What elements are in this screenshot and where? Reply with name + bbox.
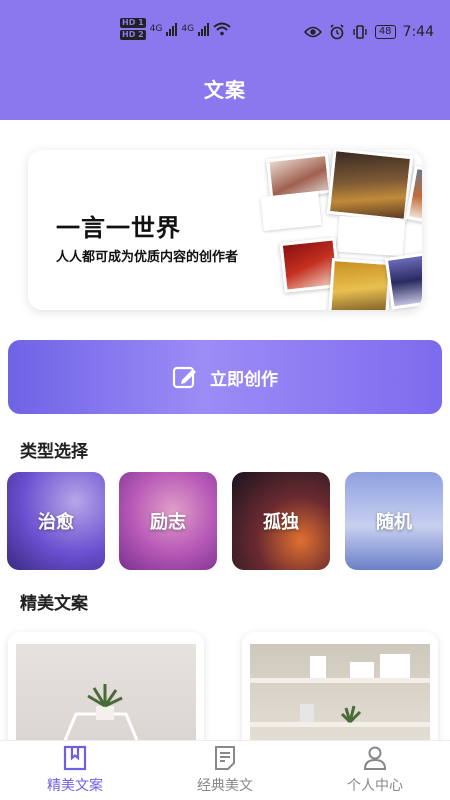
hd-badges: HD 1 HD 2 (120, 18, 146, 40)
bookmark-book-icon (63, 745, 87, 771)
category-list: 治愈 励志 孤独 随机 (7, 472, 447, 572)
wifi-icon (213, 22, 231, 36)
banner-collage (238, 150, 422, 310)
create-now-label: 立即创作 (210, 369, 278, 390)
category-label: 孤独 (263, 512, 299, 533)
eye-icon (303, 26, 322, 38)
tab-label: 个人中心 (347, 778, 403, 794)
collage-photo-lake (384, 250, 422, 310)
category-loneliness[interactable]: 孤独 (232, 472, 330, 570)
category-random[interactable]: 随机 (345, 472, 443, 570)
page-title: 文案 (204, 78, 246, 102)
hd1-badge: HD 1 (120, 18, 146, 28)
alarm-icon (330, 24, 344, 40)
bottom-tab-bar: 精美文案 经典美文 个人中心 (0, 740, 450, 800)
collage-photo-autumn-path (326, 150, 414, 223)
create-now-button[interactable]: 立即创作 (8, 340, 442, 414)
collage-text-note-2 (336, 215, 406, 257)
tab-label: 精美文案 (47, 778, 103, 794)
network-indicators: HD 1 HD 2 4G 4G (120, 18, 231, 40)
edit-icon (172, 366, 196, 389)
collage-text-note (260, 191, 322, 231)
network-type-1: 4G (149, 24, 163, 34)
vibrate-icon (353, 25, 367, 39)
banner-title: 一言一世界 (56, 213, 181, 242)
user-icon (363, 746, 387, 770)
collage-photo-golden-trees (328, 257, 392, 310)
tab-label: 经典美文 (197, 778, 253, 794)
signal-icon-2 (198, 22, 210, 36)
network-type-2: 4G (181, 24, 195, 34)
status-bar: HD 1 HD 2 4G 4G 48 7:44 (0, 0, 450, 66)
tab-profile[interactable]: 个人中心 (300, 741, 450, 800)
banner-subtitle: 人人都可成为优质内容的创作者 (56, 250, 239, 265)
system-indicators: 48 7:44 (303, 24, 434, 40)
battery-icon: 48 (374, 25, 396, 39)
featured-section-title: 精美文案 (20, 594, 88, 614)
category-healing[interactable]: 治愈 (7, 472, 105, 570)
category-label: 励志 (150, 512, 186, 533)
category-label: 随机 (376, 512, 412, 533)
category-label: 治愈 (38, 512, 74, 533)
category-section-title: 类型选择 (20, 442, 88, 462)
hd2-badge: HD 2 (120, 30, 146, 40)
clock: 7:44 (402, 24, 434, 40)
tab-featured-copy[interactable]: 精美文案 (0, 741, 150, 800)
banner[interactable]: 一言一世界 人人都可成为优质内容的创作者 (28, 150, 422, 310)
document-icon (215, 746, 235, 770)
category-inspirational[interactable]: 励志 (119, 472, 217, 570)
signal-icon (166, 22, 178, 36)
tab-classic-essays[interactable]: 经典美文 (150, 741, 300, 800)
